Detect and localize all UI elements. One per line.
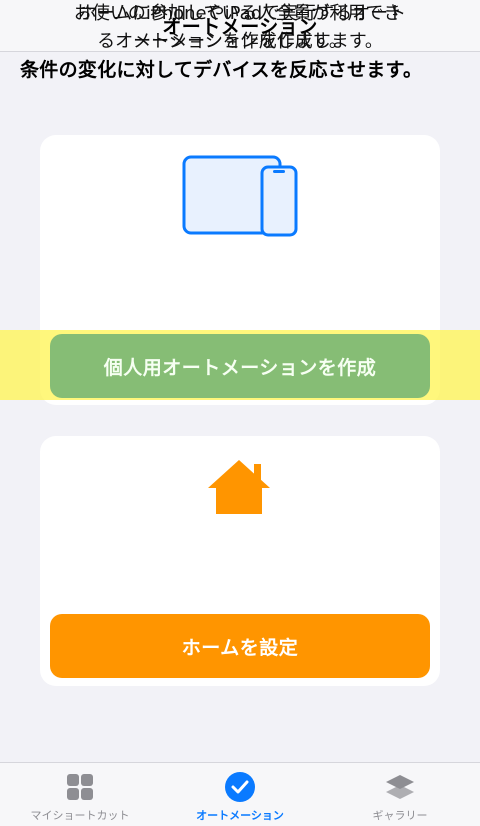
- description-line: るオートメーションを作成します。: [97, 31, 383, 52]
- tab-label: マイショートカット: [30, 809, 130, 822]
- tab-bar: マイショートカット オートメーション ギャラリー: [0, 762, 480, 826]
- layers-icon: [386, 775, 414, 799]
- home-automation-description: ホームに参加している人全員が利用でき るオートメーションを作成します。: [12, 0, 468, 56]
- page-subtitle: 条件の変化に対してデバイスを反応させます。: [20, 59, 423, 81]
- tab-my-shortcuts[interactable]: マイショートカット: [0, 763, 160, 826]
- description-line: ホームに参加している人全員が利用でき: [78, 3, 402, 24]
- home-icon: [208, 460, 270, 514]
- tab-label: ギャラリー: [372, 809, 428, 822]
- iphone-ipad-icon: [182, 155, 298, 237]
- checkmark-circle-icon: [225, 772, 255, 802]
- grid-icon: [67, 774, 93, 800]
- create-personal-automation-button[interactable]: 個人用オートメーションを作成: [50, 334, 430, 398]
- tab-automation[interactable]: オートメーション: [160, 763, 320, 826]
- setup-home-button[interactable]: ホームを設定: [50, 614, 430, 678]
- tab-label: オートメーション: [196, 809, 284, 822]
- tab-gallery[interactable]: ギャラリー: [320, 763, 480, 826]
